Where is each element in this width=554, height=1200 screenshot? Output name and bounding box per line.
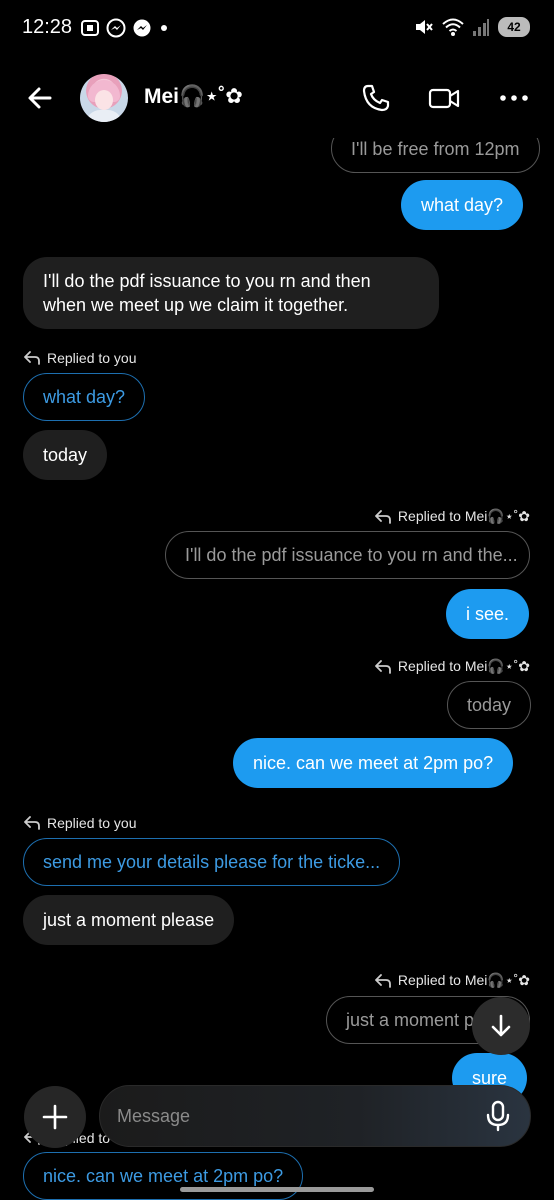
reply-arrow-icon — [375, 509, 391, 524]
message-bubble-incoming[interactable]: just a moment please — [23, 895, 235, 945]
quoted-message[interactable]: nice. can we meet at 2pm po? — [23, 1152, 304, 1200]
messenger-icon-2 — [133, 19, 151, 37]
reply-arrow-icon — [24, 816, 40, 830]
reply-arrow-icon — [24, 351, 40, 365]
arrow-down-icon — [491, 1014, 511, 1037]
microphone-icon[interactable] — [484, 1100, 512, 1132]
message-bubble-outgoing[interactable]: i see. — [446, 589, 530, 639]
message-bubble-outgoing[interactable]: nice. can we meet at 2pm po? — [233, 738, 514, 788]
reply-arrow-icon — [375, 973, 391, 988]
reply-label: Replied to you — [23, 815, 137, 831]
reply-label: Replied to you — [23, 350, 137, 366]
status-bar: 12:28 42 — [0, 0, 554, 58]
screenshot-icon — [81, 20, 99, 36]
message-input[interactable]: Message — [99, 1085, 531, 1147]
messenger-icon — [106, 18, 126, 38]
dot-icon — [161, 25, 167, 31]
quoted-message[interactable]: I'll do the pdf issuance to you rn and t… — [165, 531, 530, 579]
message-bubble-incoming[interactable]: I'll do the pdf issuance to you rn and t… — [23, 257, 439, 329]
message-input-placeholder: Message — [117, 1106, 191, 1126]
reply-label: Replied to Mei🎧⋆˚✿ — [374, 658, 530, 675]
scroll-to-bottom-button[interactable] — [472, 997, 530, 1055]
signal-icon — [473, 19, 489, 36]
plus-icon — [42, 1104, 68, 1130]
status-time: 12:28 — [22, 16, 73, 38]
quoted-message[interactable]: today — [447, 681, 532, 729]
quoted-message[interactable]: what day? — [23, 373, 146, 421]
home-indicator[interactable] — [180, 1187, 374, 1192]
mute-icon — [416, 20, 433, 34]
reply-label: Replied to Mei🎧⋆˚✿ — [374, 972, 530, 989]
quoted-message[interactable]: send me your details please for the tick… — [23, 838, 401, 886]
add-attachment-button[interactable] — [24, 1086, 86, 1148]
message-bubble-outgoing[interactable]: what day? — [401, 180, 524, 230]
message-bubble-incoming[interactable]: today — [23, 430, 108, 480]
header-backdrop — [0, 58, 554, 138]
wifi-icon — [442, 18, 464, 36]
reply-arrow-icon — [375, 659, 391, 674]
reply-label: Replied to Mei🎧⋆˚✿ — [374, 508, 530, 525]
battery-icon: 42 — [498, 17, 530, 37]
